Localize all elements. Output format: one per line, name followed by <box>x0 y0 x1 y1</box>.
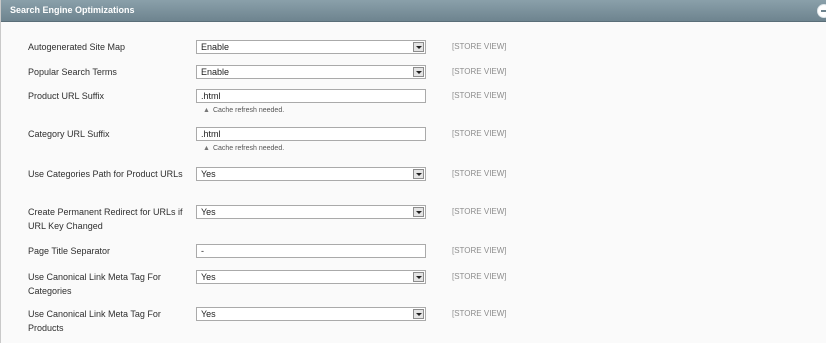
warning-icon: ▲ <box>203 107 210 114</box>
category-url-suffix-note-text: Cache refresh needed. <box>212 145 285 152</box>
label-permanent-redirect: Create Permanent Redirect for URLs if UR… <box>28 207 183 231</box>
section-title: Search Engine Optimizations <box>10 5 135 15</box>
scope-label: [STORE VIEW] <box>452 309 507 318</box>
label-canonical-categories: Use Canonical Link Meta Tag For Categori… <box>28 272 161 296</box>
seo-config-panel: Search Engine Optimizations Autogenerate… <box>0 0 826 343</box>
popular-search-terms-value: Enable <box>201 67 230 77</box>
scope-label: [STORE VIEW] <box>452 129 507 138</box>
label-canonical-products: Use Canonical Link Meta Tag For Products <box>28 309 161 333</box>
canonical-categories-select[interactable]: Yes <box>196 270 426 284</box>
warning-icon: ▲ <box>203 145 210 152</box>
dropdown-arrow-icon[interactable] <box>413 67 424 77</box>
canonical-products-select[interactable]: Yes <box>196 307 426 321</box>
label-product-url-suffix: Product URL Suffix <box>28 91 105 101</box>
label-use-categories-path: Use Categories Path for Product URLs <box>28 169 183 179</box>
dropdown-arrow-icon[interactable] <box>413 309 424 319</box>
canonical-categories-value: Yes <box>201 272 216 282</box>
canonical-products-value: Yes <box>201 309 216 319</box>
product-url-suffix-input[interactable]: .html <box>196 89 426 103</box>
scope-label: [STORE VIEW] <box>452 169 507 178</box>
dropdown-arrow-icon[interactable] <box>413 169 424 179</box>
collapse-icon[interactable] <box>817 4 826 18</box>
label-page-title-separator: Page Title Separator <box>28 246 111 256</box>
dropdown-arrow-icon[interactable] <box>413 272 424 282</box>
scope-label: [STORE VIEW] <box>452 67 507 76</box>
popular-search-terms-select[interactable]: Enable <box>196 65 426 79</box>
section-header[interactable]: Search Engine Optimizations <box>1 0 826 22</box>
label-category-url-suffix: Category URL Suffix <box>28 129 110 139</box>
scope-label: [STORE VIEW] <box>452 246 507 255</box>
dropdown-arrow-icon[interactable] <box>413 42 424 52</box>
product-url-suffix-note: ▲ Cache refresh needed. <box>203 106 284 116</box>
scope-label: [STORE VIEW] <box>452 91 507 100</box>
autogenerated-site-map-value: Enable <box>201 42 230 52</box>
use-categories-path-select[interactable]: Yes <box>196 167 426 181</box>
category-url-suffix-note: ▲ Cache refresh needed. <box>203 144 284 154</box>
page-title-separator-input[interactable]: - <box>196 244 426 258</box>
autogenerated-site-map-select[interactable]: Enable <box>196 40 426 54</box>
scope-label: [STORE VIEW] <box>452 207 507 216</box>
use-categories-path-value: Yes <box>201 169 216 179</box>
permanent-redirect-value: Yes <box>201 207 216 217</box>
product-url-suffix-note-text: Cache refresh needed. <box>212 107 285 114</box>
category-url-suffix-input[interactable]: .html <box>196 127 426 141</box>
dropdown-arrow-icon[interactable] <box>413 207 424 217</box>
label-autogenerated-site-map: Autogenerated Site Map <box>28 42 126 52</box>
permanent-redirect-select[interactable]: Yes <box>196 205 426 219</box>
scope-label: [STORE VIEW] <box>452 42 507 51</box>
scope-label: [STORE VIEW] <box>452 272 507 281</box>
label-popular-search-terms: Popular Search Terms <box>28 67 117 77</box>
